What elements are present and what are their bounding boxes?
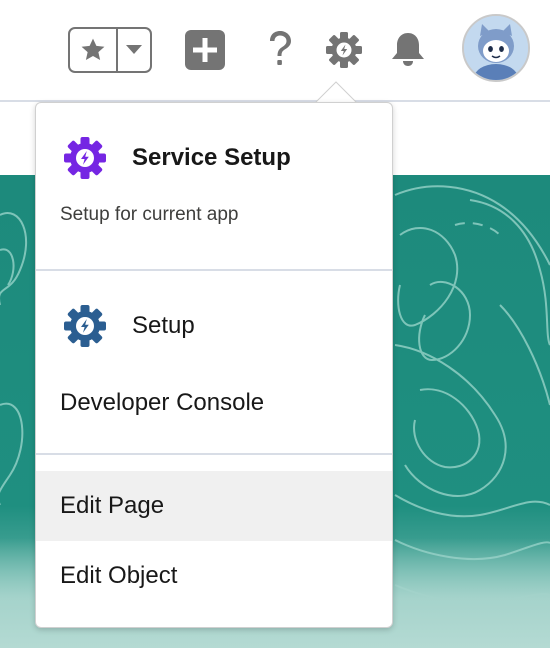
- setup-menu-dropdown: Service Setup Setup for current app Setu…: [35, 102, 393, 628]
- setup-label: Setup: [132, 312, 195, 339]
- service-setup-subtitle: Setup for current app: [60, 204, 239, 225]
- notifications-button[interactable]: [386, 28, 430, 72]
- dropdown-pointer: [314, 81, 358, 104]
- global-header: [0, 0, 550, 102]
- edit-object-label: Edit Object: [60, 562, 178, 589]
- user-avatar[interactable]: [462, 14, 530, 82]
- setup-item[interactable]: [36, 271, 392, 361]
- bell-icon: [392, 33, 424, 66]
- developer-console-label: Developer Console: [60, 389, 265, 416]
- gear-bolt-icon: [64, 305, 106, 347]
- chevron-down-icon: [126, 45, 142, 54]
- star-icon: [81, 38, 105, 61]
- menu-divider: [36, 453, 392, 455]
- service-setup-item[interactable]: Service Setup Setup for current app: [36, 103, 392, 269]
- setup-button[interactable]: [322, 28, 366, 72]
- plus-icon: [185, 30, 225, 70]
- developer-console-item[interactable]: Developer Console: [36, 368, 392, 438]
- service-setup-title: Service Setup: [132, 144, 291, 171]
- favorites-list-button[interactable]: [118, 29, 150, 71]
- gear-bolt-icon: [64, 137, 106, 179]
- favorites-button[interactable]: [70, 29, 118, 71]
- edit-page-label: Edit Page: [60, 492, 165, 519]
- edit-page-item[interactable]: Edit Page: [36, 471, 392, 541]
- question-icon: [270, 31, 291, 65]
- edit-object-item[interactable]: Edit Object: [36, 541, 392, 611]
- favorites-button-group: [68, 27, 152, 73]
- help-button[interactable]: [258, 28, 302, 72]
- gear-icon: [326, 32, 362, 68]
- astro-avatar-image: [464, 16, 528, 80]
- global-actions-button[interactable]: [183, 28, 227, 72]
